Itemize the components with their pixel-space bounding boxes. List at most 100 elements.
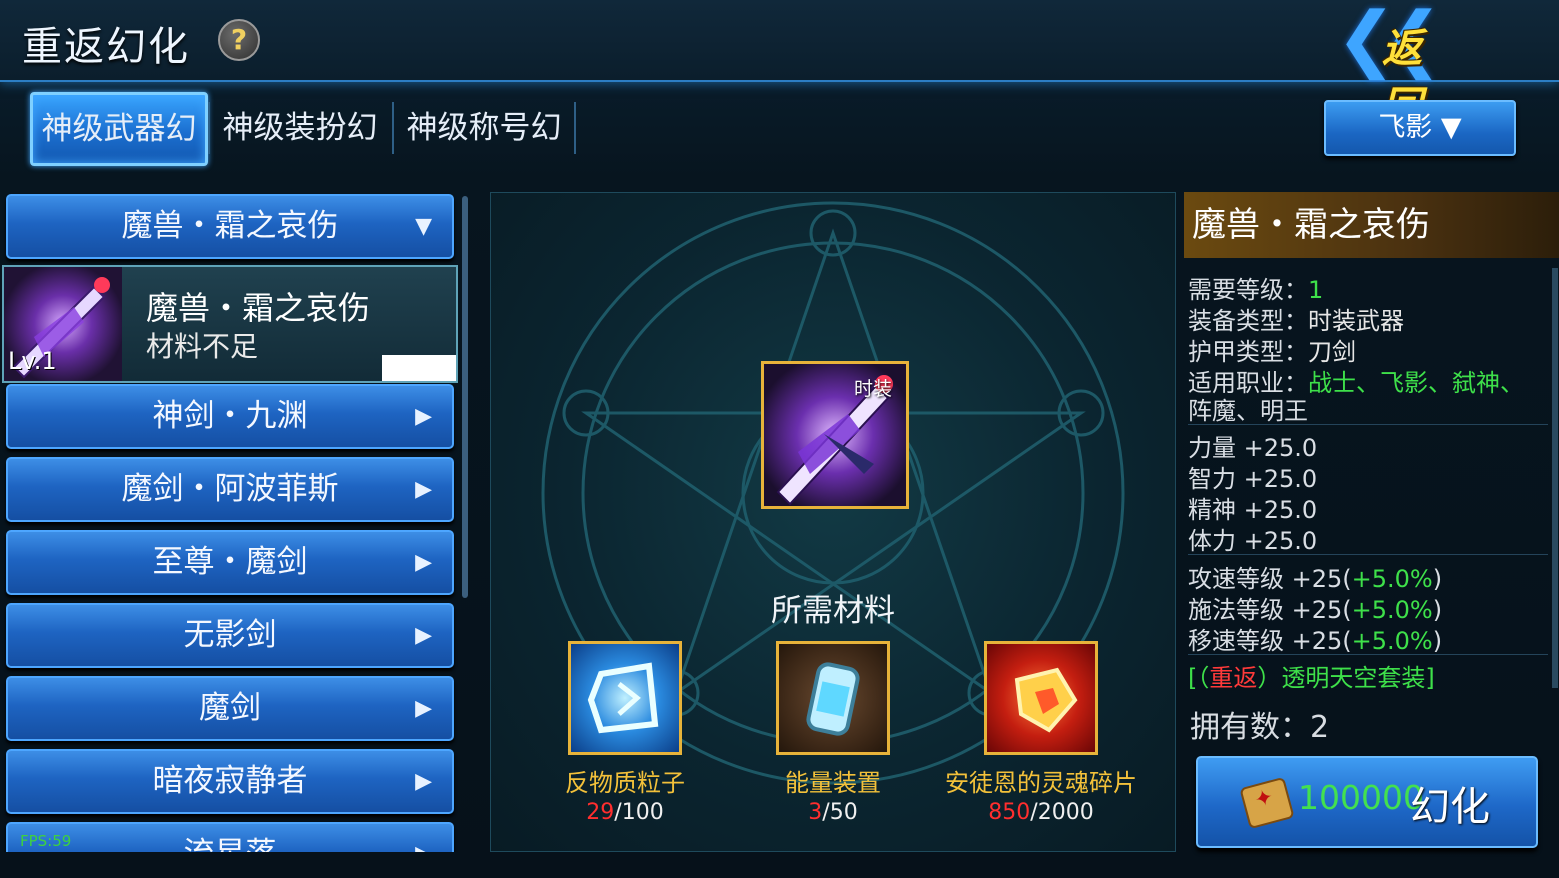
tab-god-weapon[interactable]: 神级武器幻 [30, 92, 208, 166]
list-item[interactable]: 流星落 ▶ [6, 822, 454, 852]
material-slot[interactable]: 能量装置 3/50 [733, 641, 933, 825]
material-name: 能量装置 [785, 769, 881, 797]
transform-label: 幻化 [1410, 784, 1490, 830]
weapon-preview-frame[interactable]: 时装 [761, 361, 909, 509]
white-overlay-box [382, 355, 456, 381]
triangle-right-icon: ▶ [415, 769, 432, 794]
stat-row: 体力 +25.0 [1188, 527, 1318, 555]
list-scrollbar[interactable] [462, 196, 468, 598]
speed-label: 移速等级 +25( [1188, 627, 1352, 655]
selected-item-name: 魔兽・霜之哀伤 [146, 289, 371, 327]
set-tag: 重返 [1209, 664, 1258, 692]
game-screen: 重返幻化 ? ❮❮ 返回 神级武器幻 神级装扮幻 神级称号幻 飞影 ▼ 魔兽・霜… [0, 0, 1559, 878]
owned-count: 拥有数：2 [1190, 702, 1329, 746]
energy-device-icon [776, 641, 890, 755]
triangle-right-icon: ▶ [415, 550, 432, 575]
list-item-label: 至尊・魔剑 [152, 544, 308, 580]
antimatter-particle-icon [568, 641, 682, 755]
detail-title: 魔兽・霜之哀伤 [1184, 192, 1559, 258]
stat-row: 精神 +25.0 [1188, 496, 1318, 524]
triangle-down-icon: ▼ [1440, 112, 1462, 143]
tab-divider [574, 102, 576, 154]
class-dropdown[interactable]: 飞影 ▼ [1324, 100, 1516, 156]
scroll-icon [1239, 776, 1295, 830]
equip-type-label: 装备类型： [1188, 307, 1308, 335]
material-need: /2000 [1030, 800, 1094, 825]
tab-divider [208, 102, 210, 154]
owned-value: 2 [1310, 710, 1330, 745]
material-count: 850/2000 [941, 800, 1141, 825]
job-value: 战士、飞影、弑神、 [1308, 369, 1524, 397]
equip-type-row: 装备类型：时装武器 [1188, 301, 1404, 336]
detail-scrollbar[interactable] [1552, 268, 1558, 688]
transform-preview: 时装 所需材料 反物质粒子 29/100 能量装置 3/50 安徒恩的灵魂碎片 … [490, 192, 1176, 852]
list-item-label: 神剑・九渊 [152, 398, 308, 434]
header-bar: 重返幻化 ? ❮❮ 返回 [0, 0, 1559, 130]
speed-label: 施法等级 +25( [1188, 596, 1352, 624]
speed-row: 攻速等级 +25(+5.0%) [1188, 559, 1442, 594]
tab-god-title[interactable]: 神级称号幻 [398, 90, 570, 166]
tab-god-costume[interactable]: 神级装扮幻 [214, 90, 386, 166]
speed-close: ) [1432, 627, 1443, 655]
speed-label: 攻速等级 +25( [1188, 565, 1352, 593]
divider [1188, 424, 1548, 425]
material-count: 29/100 [525, 800, 725, 825]
material-name: 安徒恩的灵魂碎片 [945, 769, 1137, 797]
item-level: Lv.1 [8, 347, 57, 375]
divider [1188, 554, 1548, 555]
list-item-label: 魔剑 [199, 690, 261, 726]
material-need: /50 [822, 800, 858, 825]
triangle-right-icon: ▶ [415, 477, 432, 502]
fashion-tag: 时装 [853, 378, 892, 400]
list-item-label: 暗夜寂静者 [152, 763, 308, 799]
job-row-cont: 阵魔、明王 [1188, 397, 1308, 425]
list-item[interactable]: 无影剑 ▶ [6, 603, 454, 668]
transform-button[interactable]: 100000 幻化 [1196, 756, 1538, 848]
triangle-down-icon: ▼ [415, 214, 432, 239]
speed-pct: +5.0% [1351, 565, 1433, 593]
material-have: 3 [808, 800, 823, 825]
transform-cost: 100000 [1298, 778, 1424, 817]
list-item-label: 魔剑・阿波菲斯 [121, 471, 339, 507]
list-group-header[interactable]: 魔兽・霜之哀伤 ▼ [6, 194, 454, 259]
req-level-row: 需要等级：1 [1188, 270, 1323, 305]
soul-fragment-icon [984, 641, 1098, 755]
material-count: 3/50 [733, 800, 933, 825]
crystal-shape [587, 662, 659, 734]
material-slot[interactable]: 反物质粒子 29/100 [525, 641, 725, 825]
armor-type-label: 护甲类型： [1188, 338, 1308, 366]
material-slot[interactable]: 安徒恩的灵魂碎片 850/2000 [941, 641, 1141, 825]
list-item[interactable]: 至尊・魔剑 ▶ [6, 530, 454, 595]
material-need: /100 [614, 800, 664, 825]
item-detail-panel: 魔兽・霜之哀伤 需要等级：1 装备类型：时装武器 护甲类型：刀剑 适用职业：战士… [1184, 192, 1559, 852]
triangle-right-icon: ▶ [415, 623, 432, 648]
gem-shape [1014, 667, 1078, 733]
selected-weapon-item[interactable]: Lv.1 魔兽・霜之哀伤 材料不足 [2, 265, 458, 383]
triangle-right-icon: ▶ [415, 824, 432, 852]
set-row: [（重返）透明天空套装] [1188, 658, 1435, 693]
help-icon[interactable]: ? [218, 19, 260, 61]
list-item[interactable]: 魔剑・阿波菲斯 ▶ [6, 457, 454, 522]
owned-label: 拥有数： [1190, 710, 1310, 745]
page-title: 重返幻化 [22, 24, 190, 70]
class-dropdown-value: 飞影 [1378, 112, 1433, 143]
speed-close: ) [1432, 596, 1443, 624]
triangle-right-icon: ▶ [415, 404, 432, 429]
set-name: ）透明天空套装] [1257, 664, 1435, 692]
armor-type-value: 刀剑 [1308, 338, 1356, 366]
speed-row: 施法等级 +25(+5.0%) [1188, 590, 1442, 625]
canister-shape [806, 662, 860, 736]
list-item-label: 流星落 [184, 836, 277, 852]
fps-counter: FPS:59 [20, 832, 72, 850]
list-item[interactable]: 暗夜寂静者 ▶ [6, 749, 454, 814]
list-item[interactable]: 魔剑 ▶ [6, 676, 454, 741]
req-level-label: 需要等级： [1188, 276, 1308, 304]
divider [1188, 654, 1548, 655]
list-item[interactable]: 神剑・九渊 ▶ [6, 384, 454, 449]
back-button[interactable]: ❮❮ 返回 [1336, 2, 1443, 130]
materials-label: 所需材料 [771, 593, 895, 629]
material-name: 反物质粒子 [565, 769, 685, 797]
material-have: 850 [988, 800, 1031, 825]
stat-row: 智力 +25.0 [1188, 465, 1318, 493]
selected-item-status: 材料不足 [146, 330, 259, 363]
